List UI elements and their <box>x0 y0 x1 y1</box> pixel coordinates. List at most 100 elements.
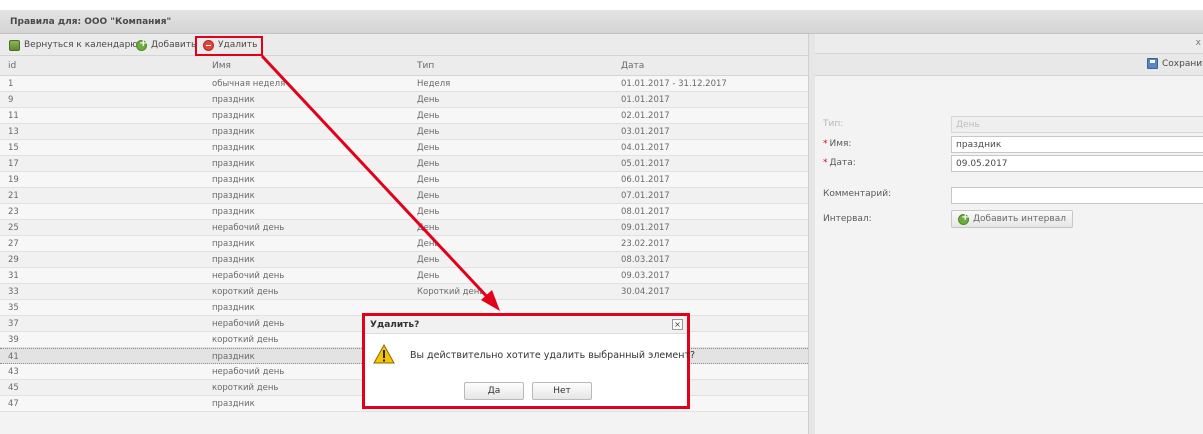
cell-id: 29 <box>8 255 19 265</box>
table-row[interactable]: 33 короткий день Короткий день 30.04.2017 <box>0 284 808 300</box>
date-label: * Дата: <box>823 158 856 168</box>
cell-type: День <box>417 239 440 249</box>
cell-type: День <box>417 175 440 185</box>
cell-type: День <box>417 127 440 137</box>
detail-panel-header: x <box>815 34 1203 54</box>
table-row[interactable]: 11 праздник День 02.01.2017 <box>0 108 808 124</box>
name-field[interactable]: праздник <box>951 136 1203 153</box>
dialog-close-icon[interactable]: × <box>672 319 683 330</box>
detail-close-button[interactable]: x <box>1196 38 1201 48</box>
back-to-calendar-button[interactable]: Вернуться к календарю <box>9 38 138 52</box>
warning-icon <box>373 344 395 364</box>
cell-name: нерабочий день <box>212 367 285 377</box>
cell-type: День <box>417 255 440 265</box>
table-row[interactable]: 25 нерабочий день День 09.01.2017 <box>0 220 808 236</box>
cell-name: праздник <box>212 159 255 169</box>
table-row[interactable]: 1 обычная неделя Неделя 01.01.2017 - 31.12.… <box>0 76 808 92</box>
cell-date: 05.01.2017 <box>621 159 670 169</box>
calendar-icon <box>9 39 20 51</box>
column-header-date[interactable]: Дата <box>621 61 644 71</box>
cell-name: праздник <box>212 239 255 249</box>
detail-toolbar: Сохранит <box>815 54 1203 76</box>
window-title-bar: Правила для: ООО "Компания" <box>0 10 1203 34</box>
table-row[interactable]: 31 нерабочий день День 09.03.2017 <box>0 268 808 284</box>
confirm-no-button[interactable]: Нет <box>532 382 592 400</box>
table-row[interactable]: 29 праздник День 08.03.2017 <box>0 252 808 268</box>
cell-id: 9 <box>8 95 14 105</box>
cell-date: 23.02.2017 <box>621 239 670 249</box>
cell-name: короткий день <box>212 287 279 297</box>
cell-id: 35 <box>8 303 19 313</box>
cell-id: 13 <box>8 127 19 137</box>
save-label: Сохранит <box>1162 58 1203 69</box>
column-header-type[interactable]: Тип <box>417 61 434 71</box>
add-button[interactable]: Добавить <box>136 38 196 52</box>
cell-date: 30.04.2017 <box>621 287 670 297</box>
save-button[interactable]: Сохранит <box>1147 58 1203 69</box>
delete-button-highlight <box>195 36 263 56</box>
table-row[interactable]: 19 праздник День 06.01.2017 <box>0 172 808 188</box>
cell-name: праздник <box>212 95 255 105</box>
confirm-yes-button[interactable]: Да <box>464 382 524 400</box>
comment-field[interactable] <box>951 187 1203 204</box>
cell-name: праздник <box>212 191 255 201</box>
grid-toolbar: Вернуться к календарю Добавить Удалить <box>0 34 808 56</box>
table-row[interactable]: 27 праздник День 23.02.2017 <box>0 236 808 252</box>
cell-type: День <box>417 191 440 201</box>
cell-name: праздник <box>212 255 255 265</box>
table-row[interactable]: 13 праздник День 03.01.2017 <box>0 124 808 140</box>
type-select[interactable]: День <box>951 116 1203 133</box>
column-header-name[interactable]: Имя <box>212 61 231 71</box>
cell-id: 21 <box>8 191 19 201</box>
cell-name: короткий день <box>212 335 279 345</box>
cell-id: 45 <box>8 383 19 393</box>
cell-date: 09.01.2017 <box>621 223 670 233</box>
type-label: Тип: <box>823 119 844 129</box>
table-row[interactable]: 17 праздник День 05.01.2017 <box>0 156 808 172</box>
cell-date: 06.01.2017 <box>621 175 670 185</box>
cell-name: обычная неделя <box>212 79 286 89</box>
cell-type: День <box>417 271 440 281</box>
table-row[interactable]: 15 праздник День 04.01.2017 <box>0 140 808 156</box>
table-row[interactable]: 23 праздник День 08.01.2017 <box>0 204 808 220</box>
column-header-id[interactable]: id <box>8 61 16 71</box>
table-row[interactable]: 21 праздник День 07.01.2017 <box>0 188 808 204</box>
table-row[interactable]: 9 праздник День 01.01.2017 <box>0 92 808 108</box>
cell-date: 01.01.2017 - 31.12.2017 <box>621 79 727 89</box>
cell-type: Короткий день <box>417 287 485 297</box>
add-icon <box>136 38 147 51</box>
cell-id: 31 <box>8 271 19 281</box>
cell-name: праздник <box>212 127 255 137</box>
cell-id: 1 <box>8 79 14 89</box>
interval-label: Интервал: <box>823 214 872 224</box>
cell-date: 03.01.2017 <box>621 127 670 137</box>
cell-name: праздник <box>212 303 255 313</box>
name-label: * Имя: <box>823 139 852 149</box>
cell-name: праздник <box>212 111 255 121</box>
cell-date: 01.01.2017 <box>621 95 670 105</box>
add-label: Добавить <box>151 40 197 50</box>
cell-date: 04.01.2017 <box>621 143 670 153</box>
cell-id: 37 <box>8 319 19 329</box>
cell-id: 15 <box>8 143 19 153</box>
cell-type: День <box>417 223 440 233</box>
cell-type: День <box>417 207 440 217</box>
cell-id: 23 <box>8 207 19 217</box>
date-field[interactable]: 09.05.2017 <box>951 155 1203 172</box>
panel-splitter[interactable] <box>808 34 815 434</box>
cell-type: День <box>417 159 440 169</box>
cell-name: праздник <box>212 175 255 185</box>
cell-date: 07.01.2017 <box>621 191 670 201</box>
add-interval-label: Добавить интервал <box>973 214 1066 224</box>
cell-id: 11 <box>8 111 19 121</box>
cell-name: праздник <box>212 399 255 409</box>
dialog-title-bar: Удалить? × <box>365 316 687 334</box>
back-to-calendar-label: Вернуться к календарю <box>24 40 138 50</box>
cell-name: нерабочий день <box>212 319 285 329</box>
cell-id: 27 <box>8 239 19 249</box>
cell-id: 25 <box>8 223 19 233</box>
cell-name: нерабочий день <box>212 223 285 233</box>
delete-confirm-dialog: Удалить? × Вы действительно хотите удали… <box>362 313 695 409</box>
cell-name: праздник <box>212 207 255 217</box>
add-interval-button[interactable]: Добавить интервал <box>951 210 1073 228</box>
